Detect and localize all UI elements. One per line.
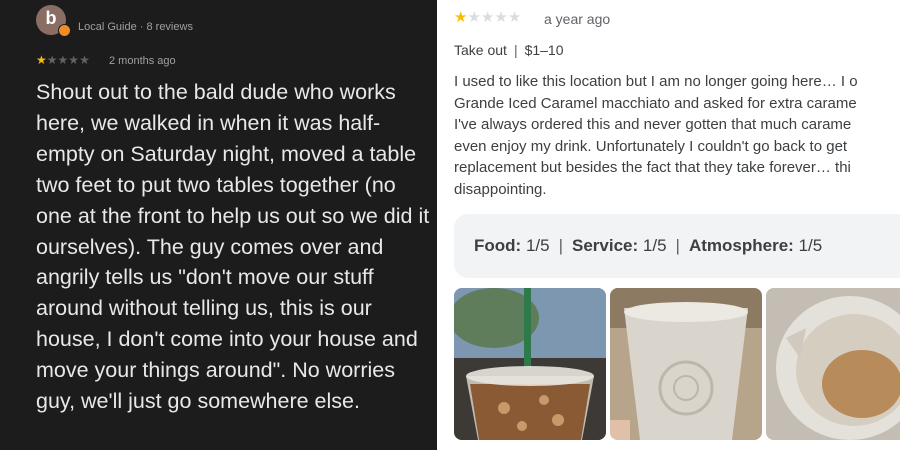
atmosphere-rating-label: Atmosphere: bbox=[688, 236, 794, 255]
star-filled-icon: ★ bbox=[36, 53, 47, 67]
iced-coffee-photo bbox=[454, 288, 606, 440]
star-empty-icon: ★ bbox=[507, 9, 522, 26]
review-tags: Take out | $1–10 bbox=[454, 42, 564, 58]
star-filled-icon: ★ bbox=[454, 9, 468, 26]
price-range-tag: $1–10 bbox=[524, 42, 564, 58]
separator: | bbox=[513, 42, 518, 58]
dark-review-card: b Local Guide · 8 reviews ★★★★★ 2 months… bbox=[0, 0, 437, 450]
service-type-tag: Take out bbox=[454, 42, 507, 58]
reviewer-meta[interactable]: Local Guide · 8 reviews bbox=[78, 21, 193, 33]
separator: | bbox=[675, 236, 680, 255]
separator: | bbox=[558, 236, 563, 255]
atmosphere-rating-value: 1/5 bbox=[798, 236, 823, 255]
star-empty-icon: ★ bbox=[480, 9, 495, 26]
review-text-line: disappointing. bbox=[454, 180, 547, 198]
food-rating-label: Food: bbox=[474, 236, 522, 255]
sub-ratings-panel: Food: 1/5 | Service: 1/5 | Atmosphere: 1/5 bbox=[454, 214, 900, 278]
star-empty-icon: ★ bbox=[57, 53, 69, 67]
review-timestamp: a year ago bbox=[544, 11, 611, 27]
star-empty-icon: ★ bbox=[494, 9, 508, 26]
review-text-line: I've always ordered this and never gotte… bbox=[454, 116, 852, 133]
star-rating: ★★★★★ bbox=[36, 53, 90, 67]
review-text-line: I used to like this location but I am no… bbox=[454, 73, 858, 90]
review-text-line: Grande Iced Caramel macchiato and asked … bbox=[454, 94, 857, 112]
review-text: Shout out to the bald dude who works her… bbox=[36, 80, 430, 414]
review-text: I used to like this location but I am no… bbox=[454, 71, 900, 200]
review-timestamp: 2 months ago bbox=[109, 55, 176, 67]
review-photo-2[interactable] bbox=[610, 288, 762, 440]
sub-ratings: Food: 1/5 | Service: 1/5 | Atmosphere: 1/5 bbox=[474, 236, 822, 256]
food-rating-value: 1/5 bbox=[525, 236, 550, 255]
empty-cup-photo bbox=[610, 288, 762, 440]
star-empty-icon: ★ bbox=[79, 53, 90, 67]
service-rating-label: Service: bbox=[572, 236, 639, 255]
review-text-line: even enjoy my drink. Unfortunately I cou… bbox=[454, 137, 848, 155]
local-guide-badge-icon bbox=[58, 24, 71, 37]
review-photo-3[interactable] bbox=[766, 288, 900, 440]
star-empty-icon: ★ bbox=[467, 9, 481, 26]
star-empty-icon: ★ bbox=[46, 53, 58, 67]
star-rating: ★★★★★ bbox=[454, 8, 521, 26]
cup-top-view-photo bbox=[766, 288, 900, 440]
service-rating-value: 1/5 bbox=[642, 236, 667, 255]
light-review-card: ★★★★★ a year ago Take out | $1–10 I used t… bbox=[447, 0, 900, 450]
star-empty-icon: ★ bbox=[68, 53, 80, 67]
review-photo-1[interactable] bbox=[454, 288, 606, 440]
review-text-line: replacement but besides the fact that th… bbox=[454, 159, 851, 176]
